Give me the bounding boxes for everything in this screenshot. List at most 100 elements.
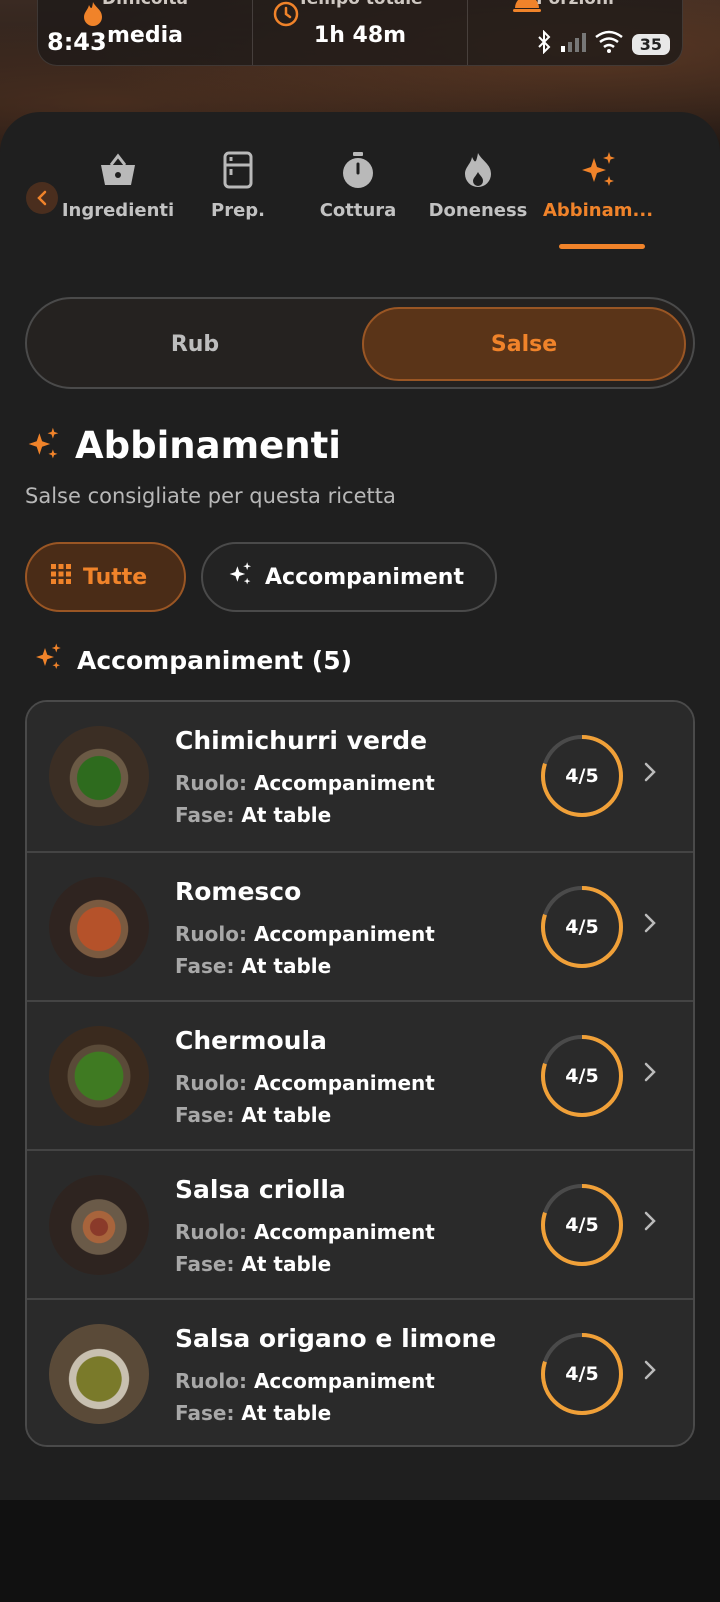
segment-salse[interactable]: Salse xyxy=(362,307,686,381)
sauce-phase: Fase: At table xyxy=(175,1401,331,1425)
tab-label: Ingredienti xyxy=(61,200,175,221)
role-label: Ruolo: xyxy=(175,771,247,795)
stat-value: media xyxy=(107,23,183,48)
phase-label: Fase: xyxy=(175,803,235,827)
sauce-thumbnail xyxy=(49,726,149,826)
sauce-thumbnail xyxy=(49,1175,149,1275)
flame-icon xyxy=(418,148,538,192)
stat-label: Tempo totale xyxy=(253,0,467,9)
score-value: 4/5 xyxy=(565,1065,599,1087)
score-ring: 4/5 xyxy=(539,1033,625,1119)
score-ring: 4/5 xyxy=(539,1331,625,1417)
grid-icon xyxy=(51,564,71,590)
sauce-phase: Fase: At table xyxy=(175,803,331,827)
stat-value: 1h 48m xyxy=(313,23,407,48)
sauce-name: Chermoula xyxy=(175,1026,327,1055)
sauce-thumbnail xyxy=(49,1324,149,1424)
tab-bar: Ingredienti Prep. Cottura Doneness Abbin… xyxy=(58,148,658,248)
chevron-left-icon xyxy=(37,190,47,206)
phase-label: Fase: xyxy=(175,1103,235,1127)
bottom-area xyxy=(0,1500,720,1602)
tab-prep[interactable]: Prep. xyxy=(178,148,298,221)
stat-total-time: Tempo totale 1h 48m xyxy=(252,0,467,65)
basket-icon xyxy=(58,148,178,192)
role-label: Ruolo: xyxy=(175,922,247,946)
sauce-phase: Fase: At table xyxy=(175,1252,331,1276)
chevron-right-icon xyxy=(643,760,657,790)
filter-chip-accompaniment[interactable]: Accompaniment xyxy=(201,542,497,612)
sauce-name: Salsa criolla xyxy=(175,1175,346,1204)
sauce-thumbnail xyxy=(49,877,149,977)
role-label: Ruolo: xyxy=(175,1220,247,1244)
role-value: Accompaniment xyxy=(253,922,435,946)
role-value: Accompaniment xyxy=(253,1220,435,1244)
tab-ingredienti[interactable]: Ingredienti xyxy=(58,148,178,221)
sauce-phase: Fase: At table xyxy=(175,1103,331,1127)
sauce-list: Chimichurri verde Ruolo: Accompaniment F… xyxy=(25,700,695,1447)
sauce-role: Ruolo: Accompaniment xyxy=(175,771,435,795)
detail-sheet: Ingredienti Prep. Cottura Doneness Abbin… xyxy=(0,112,720,1500)
list-item[interactable]: Chermoula Ruolo: Accompaniment Fase: At … xyxy=(27,1000,693,1149)
list-item[interactable]: Salsa origano e limone Ruolo: Accompanim… xyxy=(27,1298,693,1445)
phase-value: At table xyxy=(241,1401,332,1425)
phase-value: At table xyxy=(241,1252,332,1276)
tab-label: Cottura xyxy=(319,200,397,221)
score-value: 4/5 xyxy=(565,765,599,787)
timer-icon xyxy=(298,148,418,192)
role-label: Ruolo: xyxy=(175,1369,247,1393)
stat-label: Difficoltà xyxy=(38,0,252,9)
score-value: 4/5 xyxy=(565,1214,599,1236)
phase-value: At table xyxy=(241,1103,332,1127)
chevron-right-icon xyxy=(643,911,657,941)
list-item[interactable]: Chimichurri verde Ruolo: Accompaniment F… xyxy=(27,702,693,851)
phase-label: Fase: xyxy=(175,1401,235,1425)
filter-chip-all[interactable]: Tutte xyxy=(25,542,186,612)
sparkles-icon xyxy=(25,426,61,466)
tab-label: Doneness xyxy=(428,200,528,221)
phase-value: At table xyxy=(241,803,332,827)
sauce-role: Ruolo: Accompaniment xyxy=(175,1071,435,1095)
list-item[interactable]: Salsa criolla Ruolo: Accompaniment Fase:… xyxy=(27,1149,693,1298)
sauce-name: Salsa origano e limone xyxy=(175,1324,497,1353)
sauce-thumbnail xyxy=(49,1026,149,1126)
tab-label: Prep. xyxy=(211,200,265,221)
list-item[interactable]: Romesco Ruolo: Accompaniment Fase: At ta… xyxy=(27,851,693,1000)
stat-label: Porzioni xyxy=(468,0,682,9)
sauce-role: Ruolo: Accompaniment xyxy=(175,922,435,946)
tab-label: Abbinam... xyxy=(542,200,654,221)
section-title: Abbinamenti xyxy=(75,424,341,467)
tab-cottura[interactable]: Cottura xyxy=(298,148,418,221)
segment-rub[interactable]: Rub xyxy=(33,307,357,381)
group-title: Accompaniment (5) xyxy=(77,645,353,675)
fridge-icon xyxy=(178,148,298,192)
role-value: Accompaniment xyxy=(253,771,435,795)
group-header: Accompaniment (5) xyxy=(33,642,352,678)
sauce-name: Romesco xyxy=(175,877,302,906)
sauce-role: Ruolo: Accompaniment xyxy=(175,1220,435,1244)
section-header: Abbinamenti xyxy=(25,424,341,467)
role-value: Accompaniment xyxy=(253,1071,435,1095)
stat-difficulty: Difficoltà media xyxy=(38,0,252,65)
chip-label: Accompaniment xyxy=(265,564,464,590)
score-value: 4/5 xyxy=(565,1363,599,1385)
phase-label: Fase: xyxy=(175,954,235,978)
score-ring: 4/5 xyxy=(539,733,625,819)
segmented-control: Rub Salse xyxy=(25,297,695,389)
score-value: 4/5 xyxy=(565,916,599,938)
chevron-right-icon xyxy=(643,1358,657,1388)
sauce-role: Ruolo: Accompaniment xyxy=(175,1369,435,1393)
sparkles-icon xyxy=(33,642,63,678)
active-tab-indicator xyxy=(559,244,645,249)
tab-doneness[interactable]: Doneness xyxy=(418,148,538,221)
phase-value: At table xyxy=(241,954,332,978)
score-ring: 4/5 xyxy=(539,884,625,970)
back-button[interactable] xyxy=(26,182,58,214)
section-subtitle: Salse consigliate per questa ricetta xyxy=(25,484,396,508)
chevron-right-icon xyxy=(643,1209,657,1239)
role-value: Accompaniment xyxy=(253,1369,435,1393)
chip-label: Tutte xyxy=(83,564,148,590)
score-ring: 4/5 xyxy=(539,1182,625,1268)
tab-abbinamenti[interactable]: Abbinam... xyxy=(538,148,658,221)
stat-servings: Porzioni xyxy=(467,0,682,65)
recipe-stats-card: Difficoltà media Tempo totale 1h 48m Por… xyxy=(37,0,683,66)
